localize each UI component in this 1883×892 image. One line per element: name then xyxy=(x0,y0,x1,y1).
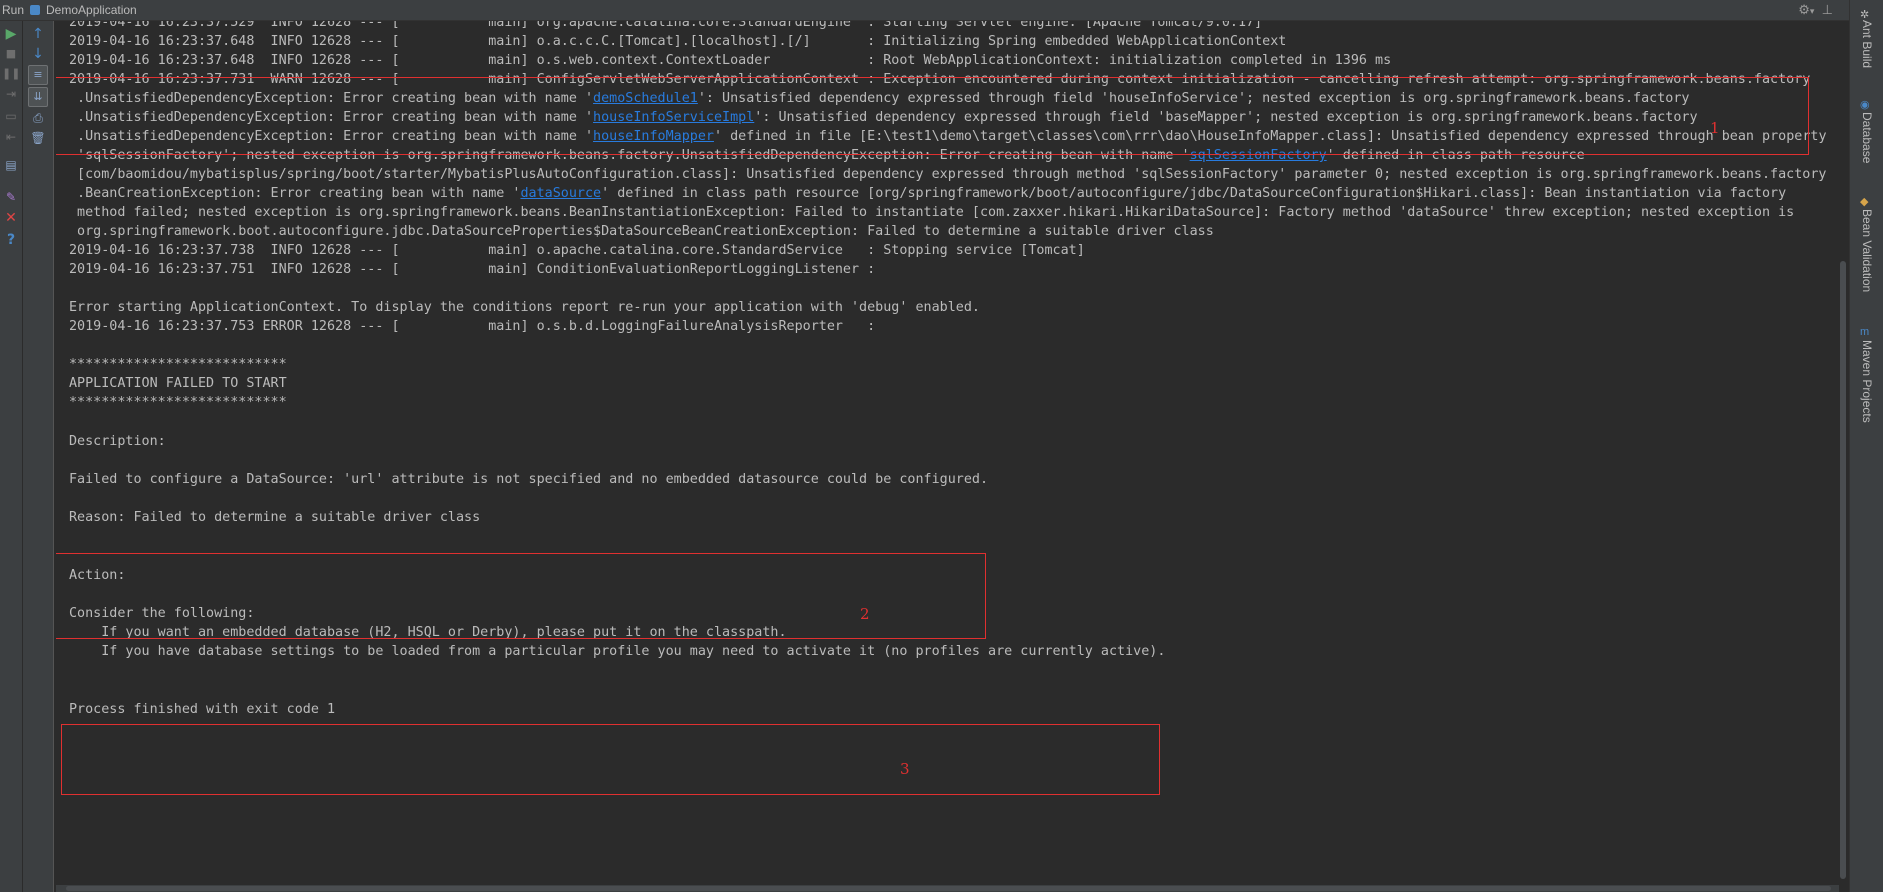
exception-line: method failed; nested exception is org.s… xyxy=(69,205,1795,220)
annotation-number-3: 3 xyxy=(900,760,910,778)
scrollbar-thumb[interactable] xyxy=(66,886,1831,891)
horizontal-scrollbar[interactable] xyxy=(56,885,1839,892)
log-line: 2019-04-16 16:23:37.753 ERROR 12628 --- … xyxy=(69,319,876,334)
exit-icon[interactable]: ⇤ xyxy=(2,128,20,146)
minimize-icon[interactable]: ⊥ xyxy=(1822,2,1833,17)
help-icon[interactable]: ? xyxy=(2,231,20,249)
scrollbar-thumb[interactable] xyxy=(1840,261,1846,879)
console-actions-toolbar: ↑ ↓ ≡ ⇊ ⎙ 🗑 xyxy=(23,21,54,892)
bean-icon: ◆ xyxy=(1860,196,1869,208)
database-tab[interactable]: ◉ Database xyxy=(1854,99,1880,182)
clear-all-icon[interactable]: 🗑 xyxy=(29,129,47,147)
scroll-to-end-icon[interactable]: ⇊ xyxy=(28,87,48,107)
maven-icon: m xyxy=(1860,326,1870,338)
bean-link[interactable]: dataSource xyxy=(520,186,601,201)
log-line: 2019-04-16 16:23:37.529 INFO 12628 --- [… xyxy=(69,21,1263,30)
run-tool-window-header: Run DemoApplication ⚙▾ ⊥ xyxy=(0,0,1883,21)
print-icon[interactable]: ⎙ xyxy=(29,109,47,127)
run-configuration-tab[interactable]: DemoApplication xyxy=(46,3,137,17)
layout-icon[interactable]: ▤ xyxy=(2,156,20,174)
bean-validation-tab[interactable]: ◆ Bean Validation xyxy=(1854,196,1880,309)
annotation-box-2 xyxy=(56,553,986,639)
log-line: Error starting ApplicationContext. To di… xyxy=(69,300,980,315)
annotation-box-3 xyxy=(61,724,1160,795)
run-label: Run xyxy=(2,3,25,17)
soft-wrap-icon[interactable]: ≡ xyxy=(28,65,48,85)
reason-text: Reason: Failed to determine a suitable d… xyxy=(69,510,481,525)
arrow-down-icon[interactable]: ↓ xyxy=(29,45,47,63)
run-actions-toolbar: ▶ ■ ❚❚ ⇥ ▭ ⇤ ▤ ✎ ✕ ? xyxy=(0,21,23,892)
exception-line: .BeanCreationException: Error creating b… xyxy=(69,186,1787,201)
log-line: 2019-04-16 16:23:37.648 INFO 12628 --- [… xyxy=(69,53,1392,68)
exception-line: [com/baomidou/mybatisplus/spring/boot/st… xyxy=(69,167,1827,182)
play-icon[interactable]: ▶ xyxy=(2,25,20,43)
log-line: 2019-04-16 16:23:37.751 INFO 12628 --- [… xyxy=(69,262,876,277)
vertical-scrollbar[interactable] xyxy=(1839,21,1847,885)
ant-build-tab[interactable]: ✲ Ant Build xyxy=(1854,9,1880,90)
console-output[interactable]: 2019-04-16 16:23:37.529 INFO 12628 --- [… xyxy=(56,21,1842,885)
annotation-number-2: 2 xyxy=(860,605,870,623)
log-line: 2019-04-16 16:23:37.648 INFO 12628 --- [… xyxy=(69,34,1287,49)
restore-layout-icon[interactable]: ▭ xyxy=(2,107,20,125)
maven-projects-tab[interactable]: m Maven Projects xyxy=(1854,326,1880,440)
stars-divider: *************************** xyxy=(69,357,287,372)
description-text: Failed to configure a DataSource: 'url' … xyxy=(69,472,989,487)
right-tool-window-bar: ✲ Ant Build ◉ Database ◆ Bean Validation… xyxy=(1849,0,1883,892)
stop-icon[interactable]: ■ xyxy=(2,45,20,63)
close-icon[interactable]: ✕ xyxy=(2,209,20,227)
stars-divider: *************************** xyxy=(69,395,287,410)
dump-threads-icon[interactable]: ⇥ xyxy=(2,85,20,103)
log-line: 2019-04-16 16:23:37.738 INFO 12628 --- [… xyxy=(69,243,1085,258)
annotation-box-1 xyxy=(56,77,1809,155)
description-label: Description: xyxy=(69,434,166,449)
application-icon xyxy=(30,5,40,15)
pause-icon[interactable]: ❚❚ xyxy=(2,65,20,83)
failure-heading: APPLICATION FAILED TO START xyxy=(69,376,287,391)
pin-icon[interactable]: ✎ xyxy=(2,188,20,206)
database-icon: ◉ xyxy=(1860,99,1870,111)
action-item: If you have database settings to be load… xyxy=(69,644,1166,659)
annotation-number-1: 1 xyxy=(1710,119,1720,137)
process-status: Process finished with exit code 1 xyxy=(69,702,336,717)
gear-icon[interactable]: ⚙ xyxy=(1798,2,1810,17)
exception-line: org.springframework.boot.autoconfigure.j… xyxy=(69,224,1214,239)
arrow-up-icon[interactable]: ↑ xyxy=(29,25,47,43)
